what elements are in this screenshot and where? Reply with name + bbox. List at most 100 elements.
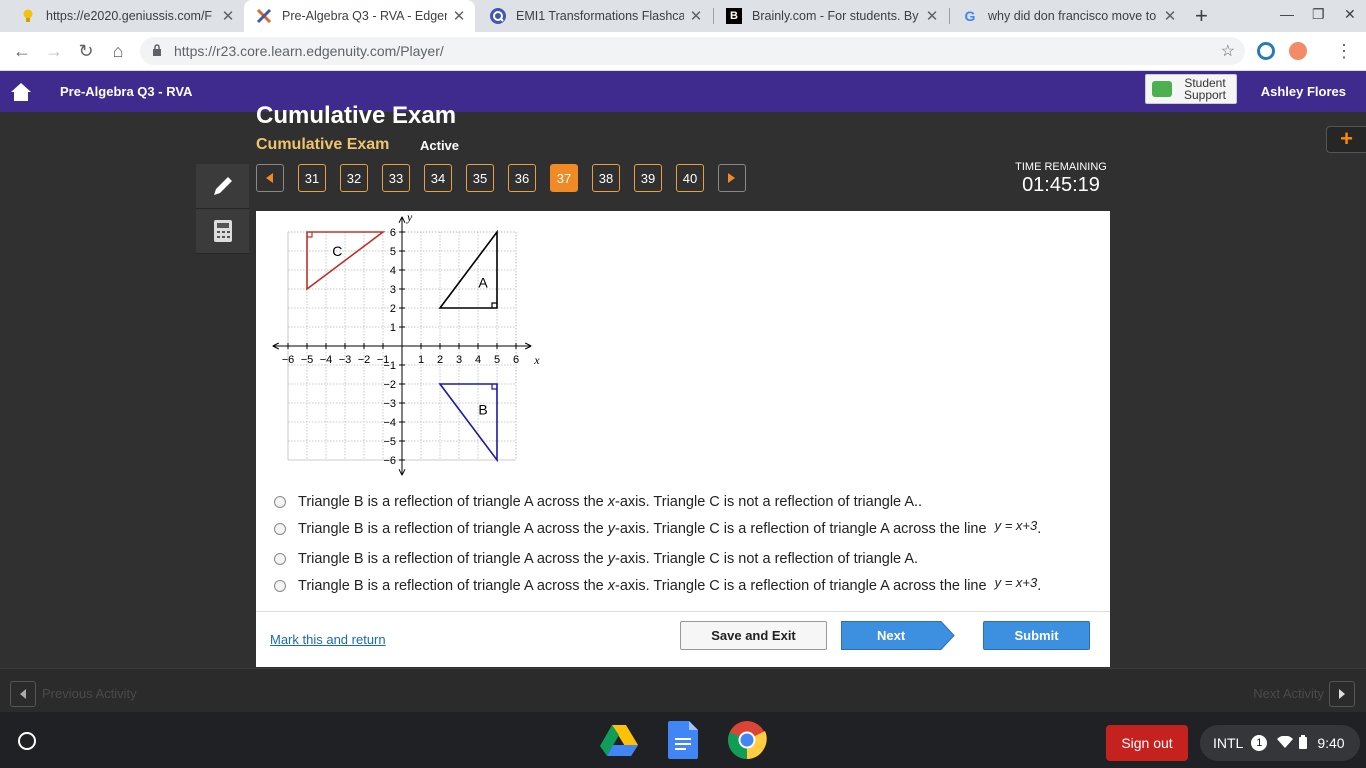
user-name[interactable]: Ashley Flores: [1261, 84, 1346, 99]
ime-indicator: INTL: [1213, 735, 1244, 751]
address-bar[interactable]: https://r23.core.learn.edgenuity.com/Pla…: [140, 37, 1245, 65]
question-button-39[interactable]: 39: [634, 164, 662, 192]
browser-tab-active[interactable]: Pre-Algebra Q3 - RVA - Edgenuit ✕: [244, 0, 475, 32]
answer-axis: x: [607, 578, 616, 594]
pencil-tool-button[interactable]: [196, 164, 249, 209]
x-tick-label: −6: [282, 354, 295, 366]
extension-icon[interactable]: [1257, 42, 1275, 60]
question-button-38[interactable]: 38: [592, 164, 620, 192]
google-drive-icon[interactable]: [599, 720, 639, 760]
minimize-icon[interactable]: —: [1280, 6, 1294, 22]
answer-option-3[interactable]: Triangle B is a reflection of triangle A…: [274, 551, 918, 567]
y-tick-label: −3: [383, 398, 396, 410]
question-button-40[interactable]: 40: [676, 164, 704, 192]
exam-title: Cumulative Exam: [256, 136, 390, 153]
question-button-31[interactable]: 31: [298, 164, 326, 192]
chrome-icon[interactable]: [727, 720, 767, 760]
question-button-35[interactable]: 35: [466, 164, 494, 192]
course-title: Pre-Algebra Q3 - RVA: [60, 84, 193, 99]
brainly-icon: B: [726, 8, 742, 24]
browser-tab[interactable]: B Brainly.com - For students. By s ✕: [714, 0, 948, 32]
radio-button[interactable]: [274, 553, 286, 565]
question-button-34[interactable]: 34: [424, 164, 452, 192]
browser-tab[interactable]: EMI1 Transformations Flashcar ✕: [478, 0, 712, 32]
close-window-icon[interactable]: ✕: [1344, 6, 1356, 23]
y-axis-label: y: [406, 213, 413, 224]
y-tick-label: 4: [390, 265, 396, 277]
home-button[interactable]: [0, 71, 42, 112]
previous-activity-button[interactable]: [10, 681, 36, 707]
launcher-icon[interactable]: [18, 732, 36, 750]
status-tray[interactable]: INTL 1 9:40: [1200, 725, 1360, 761]
close-tab-icon[interactable]: ✕: [924, 7, 940, 25]
tool-palette: [196, 164, 249, 254]
student-support-button[interactable]: Student Support: [1145, 74, 1237, 104]
tab-title: Brainly.com - For students. By s: [752, 9, 920, 23]
forward-icon[interactable]: →: [42, 39, 66, 63]
tab-title: Pre-Algebra Q3 - RVA - Edgenuit: [282, 9, 447, 23]
answer-axis: y: [607, 551, 616, 567]
next-button[interactable]: Next: [841, 621, 955, 650]
answer-text-part: -axis. Triangle C is a reflection of tri…: [615, 521, 991, 537]
close-tab-icon[interactable]: ✕: [220, 7, 236, 25]
x-tick-label: 2: [437, 354, 443, 366]
x-tick-label: −5: [301, 354, 314, 366]
browser-tab[interactable]: G why did don francisco move to ✕: [950, 0, 1186, 32]
radio-button[interactable]: [274, 496, 286, 508]
answer-text-part: Triangle B is a reflection of triangle A…: [298, 551, 608, 567]
triangle-b: [438, 383, 498, 463]
y-tick-label: 6: [390, 227, 396, 239]
notification-count: 1: [1251, 735, 1268, 751]
submit-button[interactable]: Submit: [983, 621, 1090, 650]
triangle-label-c: C: [332, 243, 342, 259]
answer-option-2[interactable]: Triangle B is a reflection of triangle A…: [274, 518, 1041, 537]
exam-heading: Cumulative Exam: [256, 102, 457, 129]
prev-question-button[interactable]: [256, 164, 284, 192]
browser-toolbar: ← → ↻ ⌂ https://r23.core.learn.edgenuity…: [0, 32, 1366, 71]
extension-icon[interactable]: [1289, 42, 1307, 60]
close-tab-icon[interactable]: ✕: [688, 7, 704, 25]
answer-text: Triangle B is a reflection of triangle A…: [298, 551, 918, 567]
next-activity-label[interactable]: Next Activity: [1253, 686, 1324, 701]
quizlet-icon: [490, 8, 506, 24]
time-remaining-label: TIME REMAINING: [1015, 161, 1107, 173]
y-tick-label: −1: [383, 360, 396, 372]
question-button-33[interactable]: 33: [382, 164, 410, 192]
answer-option-4[interactable]: Triangle B is a reflection of triangle A…: [274, 575, 1041, 594]
time-remaining: TIME REMAINING 01:45:19: [1015, 161, 1107, 197]
y-tick-label: 5: [390, 246, 396, 258]
answer-text-part: -axis. Triangle C is a reflection of tri…: [615, 578, 991, 594]
answer-option-1[interactable]: Triangle B is a reflection of triangle A…: [274, 494, 922, 510]
browser-tab[interactable]: https://e2020.geniussis.com/F ✕: [8, 0, 244, 32]
plus-icon[interactable]: +: [1326, 126, 1366, 153]
bookmark-star-icon[interactable]: ☆: [1221, 41, 1235, 61]
question-button-32[interactable]: 32: [340, 164, 368, 192]
next-question-button[interactable]: [718, 164, 746, 192]
close-tab-icon[interactable]: ✕: [451, 7, 467, 25]
home-icon[interactable]: ⌂: [106, 39, 130, 63]
more-menu-icon[interactable]: ⋮: [1332, 39, 1356, 63]
triangle-label-b: B: [478, 401, 487, 417]
new-tab-icon[interactable]: +: [1195, 3, 1208, 29]
answer-equation: y = x+3: [994, 575, 1038, 590]
google-docs-icon[interactable]: [663, 720, 703, 760]
y-tick-label: 2: [390, 303, 396, 315]
radio-button[interactable]: [274, 580, 286, 592]
calculator-tool-button[interactable]: [196, 209, 249, 254]
previous-activity-label[interactable]: Previous Activity: [42, 686, 137, 701]
radio-button[interactable]: [274, 523, 286, 535]
x-tick-label: 1: [418, 354, 424, 366]
tab-title: why did don francisco move to: [988, 9, 1157, 23]
save-and-exit-button[interactable]: Save and Exit: [680, 621, 827, 650]
y-tick-label: −4: [383, 417, 396, 429]
sign-out-button[interactable]: Sign out: [1106, 725, 1188, 761]
restore-window-icon[interactable]: ❐: [1312, 6, 1325, 23]
mark-and-return-link[interactable]: Mark this and return: [270, 632, 386, 647]
question-button-36[interactable]: 36: [508, 164, 536, 192]
close-tab-icon[interactable]: ✕: [1162, 7, 1178, 25]
answer-equation: y = x+3: [994, 518, 1038, 533]
question-button-37-current[interactable]: 37: [550, 164, 578, 192]
back-icon[interactable]: ←: [10, 39, 34, 63]
reload-icon[interactable]: ↻: [74, 39, 98, 63]
next-activity-button[interactable]: [1329, 681, 1355, 707]
